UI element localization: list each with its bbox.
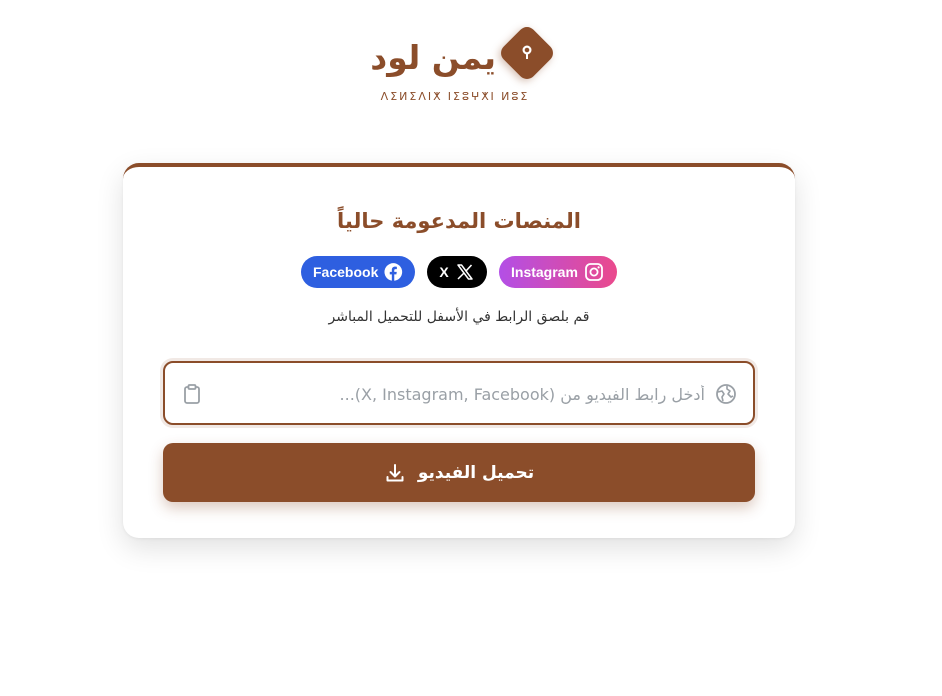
facebook-icon [384, 263, 403, 282]
platform-chip-instagram[interactable]: Instagram [499, 256, 617, 288]
platform-label: X [439, 264, 449, 280]
brand-tagline: ⴷⵉⵍⵉⴷⵏⵅ ⵏⵉⵓⵖⵅⵏ ⵍⵓⵉ [380, 90, 530, 103]
platform-label: Instagram [511, 264, 578, 280]
download-card: المنصات المدعومة حالياً Facebook X Insta… [123, 163, 795, 538]
brand-name: يمن لود [370, 38, 496, 77]
clipboard-icon[interactable] [181, 383, 203, 405]
site-header: يمن لود ⴷⵉⵍⵉⴷⵏⵅ ⵏⵉⵓⵖⵅⵏ ⵍⵓⵉ [0, 0, 942, 120]
download-icon [386, 463, 404, 481]
download-button-label: تحميل الفيديو [417, 462, 535, 483]
video-url-field[interactable] [163, 361, 755, 425]
helper-text: قم بلصق الرابط في الأسفل للتحميل المباشر [328, 309, 590, 325]
instagram-icon [585, 263, 603, 281]
keyhole-icon [497, 23, 557, 83]
download-video-button[interactable]: تحميل الفيديو [163, 443, 755, 502]
supported-platforms-title: المنصات المدعومة حالياً [337, 209, 581, 233]
platform-chips: Facebook X Instagram [123, 256, 795, 290]
platform-chip-x[interactable]: X [427, 256, 487, 288]
brand-logo[interactable]: يمن لود [366, 23, 566, 88]
platform-chip-facebook[interactable]: Facebook [301, 256, 415, 288]
video-url-input[interactable] [225, 371, 707, 417]
x-icon [456, 264, 473, 280]
platform-label: Facebook [313, 264, 379, 280]
globe-icon [716, 384, 736, 404]
